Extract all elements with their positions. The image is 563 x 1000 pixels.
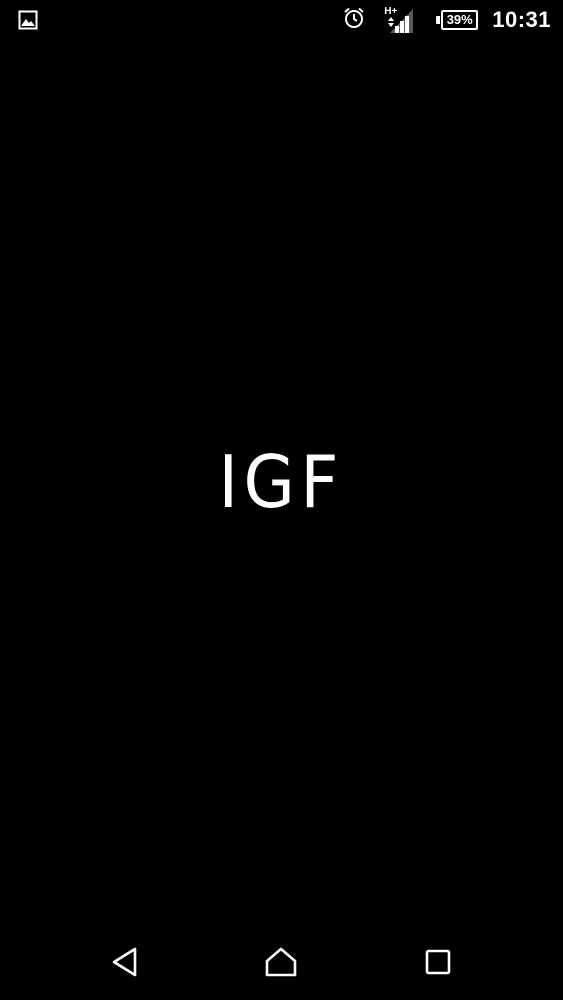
back-button[interactable] <box>105 944 145 984</box>
notification-area <box>18 10 38 34</box>
logo-text: IGF <box>218 440 345 524</box>
recents-square-icon <box>424 948 452 980</box>
back-triangle-icon <box>110 946 140 982</box>
battery-percent: 39% <box>441 10 479 30</box>
recents-button[interactable] <box>418 944 458 984</box>
home-icon <box>264 946 298 982</box>
image-notification-icon[interactable] <box>18 10 38 34</box>
splash-logo: IGF <box>0 440 563 524</box>
status-bar: H+ 39% 10:31 <box>0 0 563 40</box>
navigation-bar <box>0 928 563 1000</box>
alarm-clock-icon <box>342 6 366 34</box>
cell-signal-icon: H+ <box>384 5 414 35</box>
battery-nub <box>436 16 441 24</box>
system-icons: H+ 39% 10:31 <box>324 0 551 40</box>
battery-icon: 39% <box>436 10 479 30</box>
home-button[interactable] <box>261 944 301 984</box>
status-clock: 10:31 <box>492 7 551 32</box>
